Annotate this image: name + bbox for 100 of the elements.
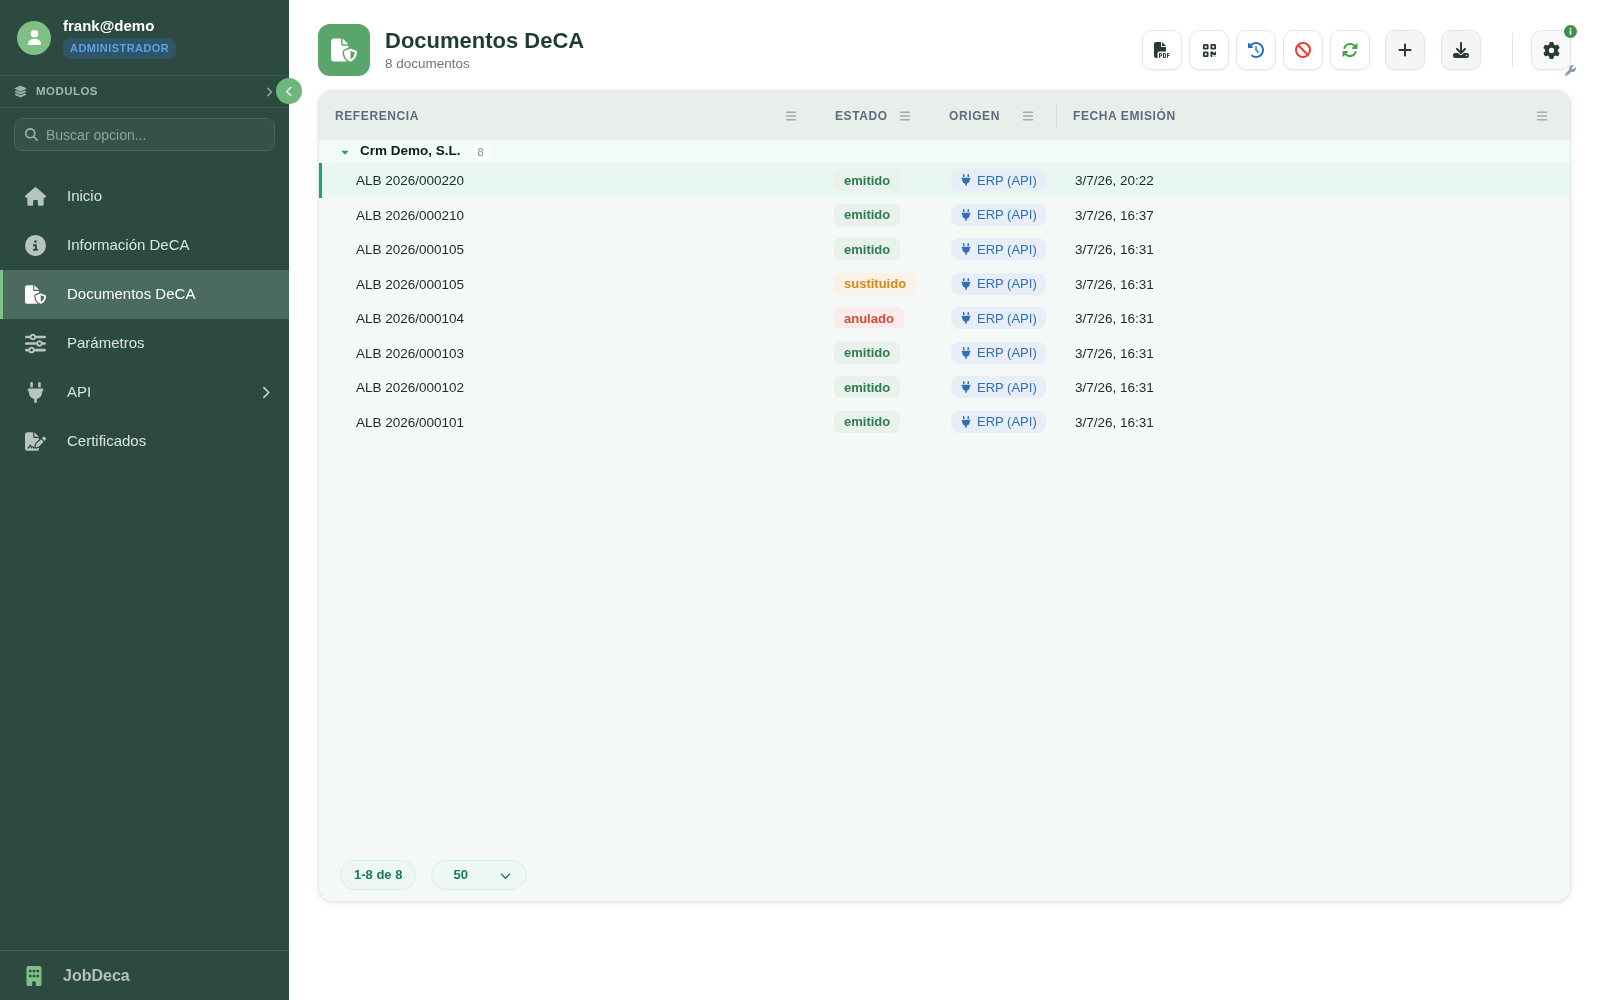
plug-icon xyxy=(960,312,972,325)
pdf-button[interactable] xyxy=(1142,30,1182,70)
history-button[interactable] xyxy=(1236,30,1276,70)
table-cell: ALB 2026/000105 xyxy=(356,276,465,292)
table-cell: ALB 2026/000220 xyxy=(356,173,465,189)
search-icon xyxy=(25,128,38,141)
table-cell: ALB 2026/000210 xyxy=(356,207,465,223)
origin-label: ERP (API) xyxy=(977,171,1037,190)
settings-button[interactable] xyxy=(1531,30,1571,70)
table-row[interactable]: ALB 2026/000220 emitido ERP (API) 3/7/26, 20:22 xyxy=(319,163,1570,198)
group-label: Crm Demo, S.L. xyxy=(360,142,461,161)
sidebar-item[interactable]: API xyxy=(0,368,289,417)
search-field[interactable]: Buscar opcion... xyxy=(14,118,275,151)
file-shield-icon xyxy=(25,284,46,305)
table-cell: ALB 2026/000103 xyxy=(356,345,465,361)
sidebar-item[interactable]: Parámetros xyxy=(0,319,289,368)
status-tag: emitido xyxy=(834,203,901,226)
page-title: Documentos DeCA xyxy=(385,27,585,55)
settings-icon xyxy=(1542,41,1560,59)
table-cell: 3/7/26, 16:37 xyxy=(1075,207,1154,223)
plug-icon xyxy=(960,174,972,187)
wrench-icon xyxy=(1565,65,1576,76)
sidebar-item[interactable]: Documentos DeCA xyxy=(0,270,289,319)
status-tag: emitido xyxy=(834,169,901,192)
origin-label: ERP (API) xyxy=(977,275,1037,293)
refresh-icon xyxy=(1342,42,1358,58)
column-header: FECHA EMISIÓN xyxy=(1073,107,1176,125)
qr-code-button[interactable] xyxy=(1189,30,1229,70)
plug-icon xyxy=(960,243,972,256)
status-tag: emitido xyxy=(834,410,901,433)
plug-icon xyxy=(960,277,972,290)
table-cell: 3/7/26, 16:31 xyxy=(1075,345,1154,361)
plug-icon xyxy=(960,415,972,428)
qr-code-icon xyxy=(1201,42,1217,58)
avatar-icon xyxy=(17,20,51,55)
origin-label: ERP (API) xyxy=(977,378,1037,397)
download-button[interactable] xyxy=(1441,30,1481,70)
role-tag: ADMINISTRADOR xyxy=(63,38,177,59)
info-badge-icon xyxy=(1564,25,1577,38)
table-row[interactable]: ALB 2026/000210 emitido ERP (API) 3/7/26, 16:37 xyxy=(319,197,1570,232)
status-tag: emitido xyxy=(834,376,901,399)
table-row[interactable]: ALB 2026/000105 emitido ERP (API) 3/7/26, 16:31 xyxy=(319,232,1570,267)
group-row[interactable]: Crm Demo, S.L. 8 xyxy=(319,140,1570,163)
chevron-left-icon xyxy=(283,85,295,97)
chevron-right-icon[interactable] xyxy=(264,86,274,97)
house-icon xyxy=(25,186,46,207)
origin-label: ERP (API) xyxy=(977,240,1037,259)
table-cell: ALB 2026/000101 xyxy=(356,414,465,430)
status-tag: emitido xyxy=(834,341,901,364)
table-row[interactable]: ALB 2026/000104 anulado ERP (API) 3/7/26, 16:31 xyxy=(319,301,1570,336)
table-cell: 3/7/26, 16:31 xyxy=(1075,242,1154,258)
column-header: REFERENCIA xyxy=(335,107,419,125)
status-tag: anulado xyxy=(834,307,904,330)
section-label: MODULOS xyxy=(36,83,98,99)
plus-icon xyxy=(1397,42,1413,58)
layers-icon xyxy=(14,85,27,98)
origin-label: ERP (API) xyxy=(977,413,1037,431)
pdf-file-icon xyxy=(1154,42,1170,58)
sidebar-item[interactable]: Inicio xyxy=(0,172,289,221)
status-tag: emitido xyxy=(834,238,901,261)
page-size-select[interactable]: 50 xyxy=(431,860,528,890)
table-cell: ALB 2026/000105 xyxy=(356,242,465,258)
footer-label: JobDeca xyxy=(63,965,130,986)
file-shield-icon xyxy=(318,24,370,76)
table-cell: 3/7/26, 16:31 xyxy=(1075,414,1154,430)
cancel-button[interactable] xyxy=(1283,30,1323,70)
plug-icon xyxy=(960,381,972,394)
group-count: 8 xyxy=(472,143,489,160)
table-row[interactable]: ALB 2026/000102 emitido ERP (API) 3/7/26, 16:31 xyxy=(319,370,1570,405)
add-button[interactable] xyxy=(1385,30,1425,70)
table-cell: 3/7/26, 16:31 xyxy=(1075,311,1154,327)
ban-icon xyxy=(1295,42,1311,58)
refresh-button[interactable] xyxy=(1330,30,1370,70)
plug-icon xyxy=(25,382,46,403)
table-cell: ALB 2026/000104 xyxy=(356,311,465,327)
info-icon xyxy=(25,235,46,256)
table-cell: ALB 2026/000102 xyxy=(356,380,465,396)
table-cell: 3/7/26, 16:31 xyxy=(1075,380,1154,396)
status-tag: sustituido xyxy=(834,272,917,295)
download-icon xyxy=(1453,42,1469,58)
origin-label: ERP (API) xyxy=(977,309,1037,328)
sidebar-item[interactable]: Información DeCA xyxy=(0,221,289,270)
column-header: ESTADO xyxy=(835,107,888,125)
history-icon xyxy=(1248,42,1264,58)
pagination-range: 1-8 de 8 xyxy=(340,860,417,890)
table-row[interactable]: ALB 2026/000103 emitido ERP (API) 3/7/26, 16:31 xyxy=(319,335,1570,370)
user-name: frank@demo xyxy=(63,16,155,36)
origin-label: ERP (API) xyxy=(977,206,1037,224)
table-row[interactable]: ALB 2026/000101 emitido ERP (API) 3/7/26, 16:31 xyxy=(319,404,1570,439)
table-cell: 3/7/26, 20:22 xyxy=(1075,173,1154,189)
table-row[interactable]: ALB 2026/000105 sustituido ERP (API) 3/7/26, 16:31 xyxy=(319,266,1570,301)
origin-label: ERP (API) xyxy=(977,344,1037,362)
collapse-sidebar-button[interactable] xyxy=(276,78,302,104)
sidebar-item[interactable]: Certificados xyxy=(0,417,289,466)
table-cell: 3/7/26, 16:31 xyxy=(1075,276,1154,292)
column-header: ORIGEN xyxy=(949,107,1000,125)
sliders-icon xyxy=(25,333,46,354)
page-subtitle: 8 documentos xyxy=(385,55,471,73)
plug-icon xyxy=(960,346,972,359)
file-signature-icon xyxy=(25,431,46,452)
